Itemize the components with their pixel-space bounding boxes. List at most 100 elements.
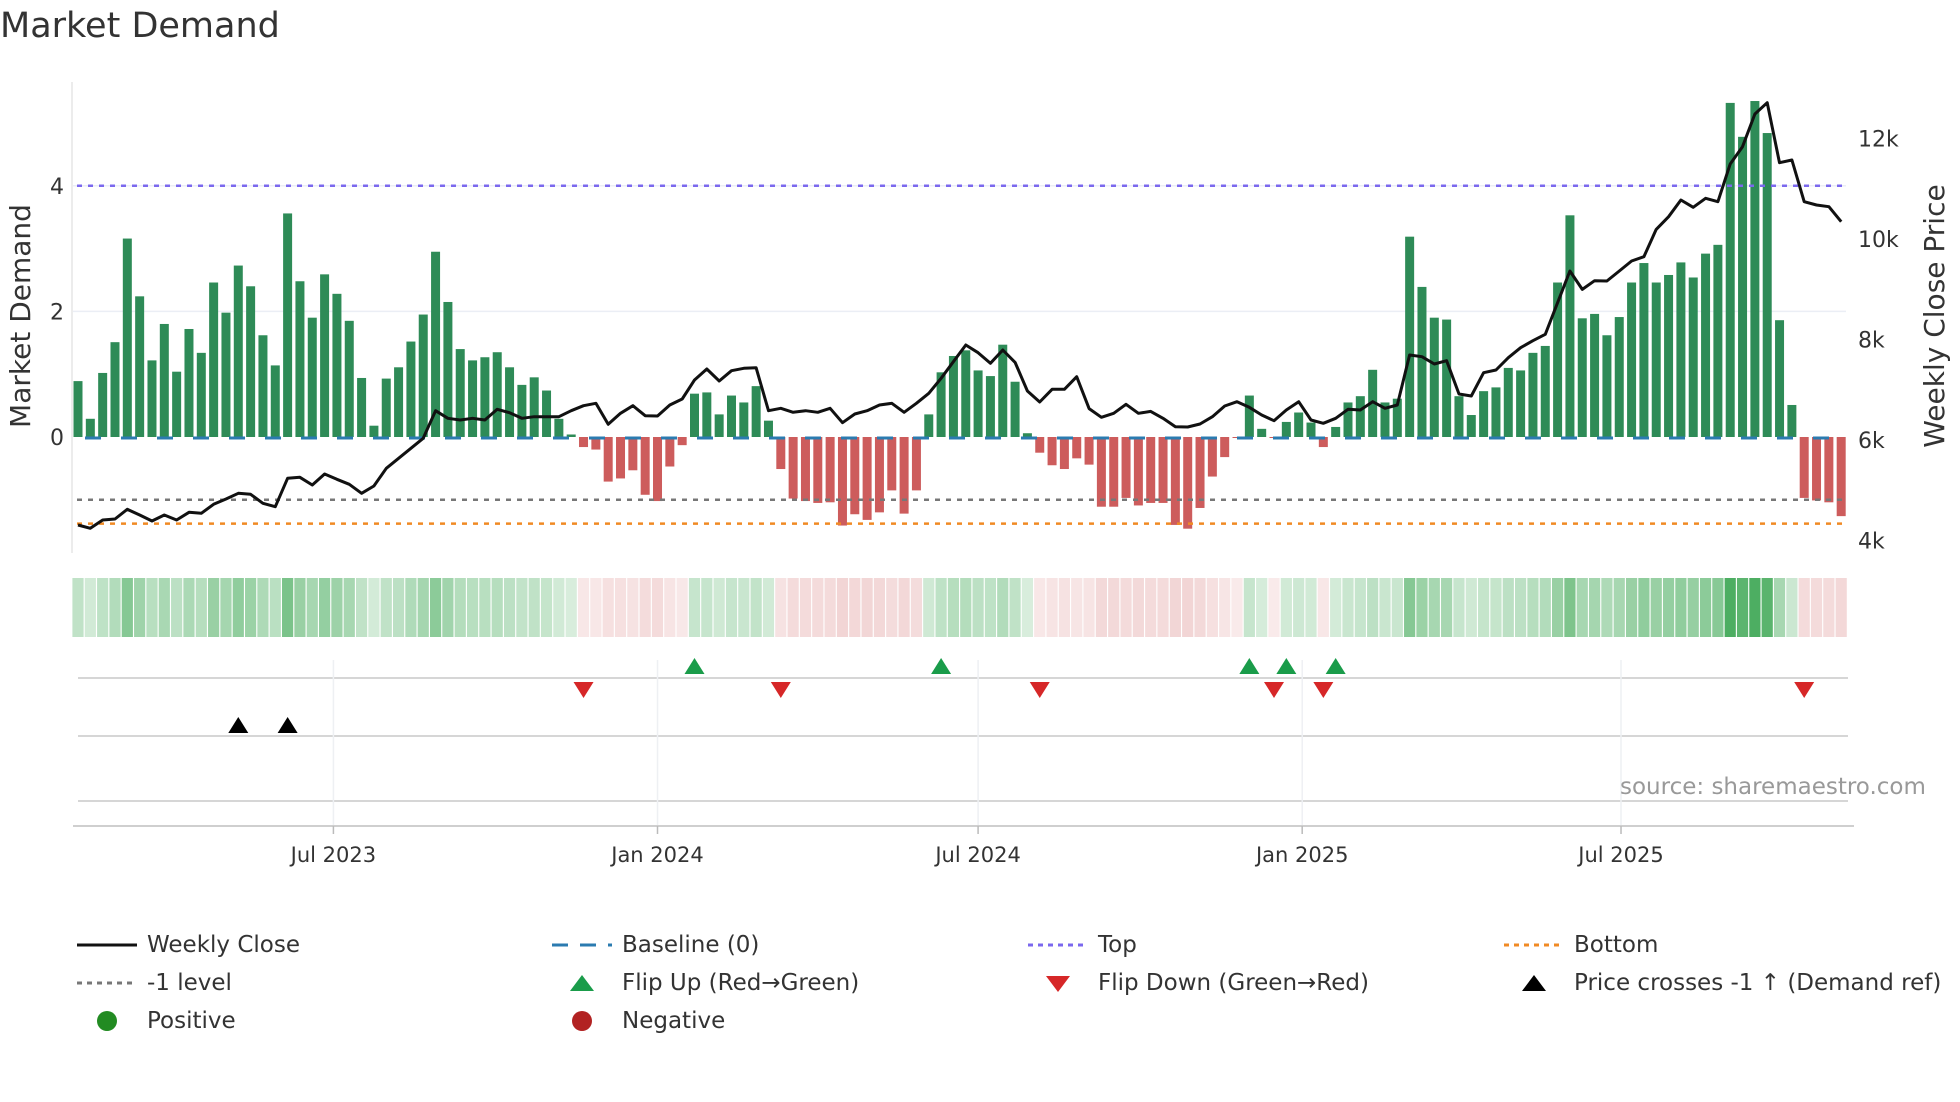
heat-cell	[787, 578, 799, 637]
heat-cell	[836, 578, 849, 637]
heat-cell	[1428, 578, 1440, 637]
heat-cell	[1404, 578, 1416, 637]
legend-item-minus-one: -1 level	[75, 968, 232, 998]
heat-cell	[713, 578, 725, 637]
y-tick-label: 4	[50, 175, 64, 200]
positive-bar	[763, 420, 773, 437]
legend-label: Top	[1098, 932, 1137, 958]
heat-cell	[220, 578, 232, 637]
positive-bar	[418, 314, 428, 437]
positive-bar	[381, 378, 391, 437]
heat-cell	[1120, 578, 1132, 637]
heat-cell	[738, 578, 750, 637]
y-tick-label: 2	[50, 300, 64, 325]
flip-up-marker	[684, 658, 705, 674]
y2-tick-label: 12k	[1858, 128, 1899, 153]
heat-cell	[1034, 578, 1046, 637]
heat-cell	[701, 578, 713, 637]
heat-cell	[1588, 578, 1601, 637]
negative-bar	[1158, 437, 1168, 503]
heat-cell	[1009, 578, 1021, 637]
positive-bar	[270, 365, 280, 437]
heat-cell	[886, 578, 898, 637]
heat-cell	[1145, 578, 1157, 637]
positive-bar	[1639, 263, 1649, 437]
positive-bar	[1244, 395, 1254, 437]
heat-cell	[812, 578, 824, 637]
legend-label: Bottom	[1574, 932, 1659, 958]
legend-item-price-cross: Price crosses -1 ↑ (Demand ref)	[1502, 968, 1941, 998]
heat-cell	[1083, 578, 1095, 637]
negative-bar	[800, 437, 810, 502]
legend-item-top: Top	[1026, 930, 1137, 960]
heat-cell	[1219, 578, 1231, 637]
negative-bar	[1799, 437, 1809, 498]
positive-bar	[702, 392, 712, 437]
positive-bar	[1688, 277, 1698, 437]
heat-cell	[540, 578, 553, 637]
flip-up-marker	[1239, 658, 1260, 674]
heat-cell	[405, 578, 417, 637]
heat-cell	[1675, 578, 1687, 637]
x-tick-label: Jan 2024	[609, 843, 704, 867]
legend-item-positive: Positive	[75, 1006, 236, 1036]
legend-swatch-icon	[570, 975, 594, 991]
heat-cell	[947, 578, 960, 637]
heat-cell	[1058, 578, 1070, 637]
heat-cell	[72, 578, 84, 637]
demand-bars	[73, 101, 1846, 529]
legend-label: Negative	[622, 1008, 726, 1034]
heat-cell	[565, 578, 577, 637]
heat-cell	[997, 578, 1009, 637]
negative-bar	[1836, 437, 1846, 517]
positive-bar	[1540, 345, 1550, 437]
positive-bar	[184, 328, 194, 437]
heat-cell	[208, 578, 220, 637]
negative-bar	[1170, 437, 1180, 525]
negative-bar	[1121, 437, 1131, 498]
positive-bar	[73, 381, 83, 437]
heat-cell	[380, 578, 392, 637]
heat-cell	[158, 578, 170, 637]
heat-cell	[368, 578, 380, 637]
heat-cell	[121, 578, 133, 637]
heat-cell	[331, 578, 343, 637]
heat-cell	[1502, 578, 1514, 637]
negative-bar	[1084, 437, 1094, 465]
heat-cell	[762, 578, 775, 637]
legend-label: Positive	[147, 1008, 236, 1034]
positive-bar	[1417, 286, 1427, 437]
heat-cell	[282, 578, 294, 637]
positive-bar	[98, 372, 108, 437]
heat-cell	[195, 578, 207, 637]
negative-bar	[899, 437, 909, 514]
heat-cell	[491, 578, 503, 637]
heat-cell	[1071, 578, 1083, 637]
heat-cell	[232, 578, 244, 637]
heat-cell	[861, 578, 873, 637]
heat-cell	[1650, 578, 1662, 637]
positive-bar	[1479, 391, 1489, 437]
positive-bar	[1331, 426, 1341, 437]
negative-bar	[1195, 437, 1205, 508]
heat-cell	[1194, 578, 1206, 637]
legend-item-baseline: Baseline (0)	[550, 930, 759, 960]
legend-swatch-icon	[572, 1011, 592, 1031]
heat-cell	[1478, 578, 1490, 637]
heat-cell	[1046, 578, 1058, 637]
legend-label: -1 level	[147, 970, 232, 996]
positive-bar	[1614, 317, 1624, 437]
heat-cell	[1305, 578, 1317, 637]
positive-bar	[751, 386, 761, 437]
negative-bar	[850, 437, 860, 515]
positive-bar	[307, 317, 317, 437]
heat-cell	[1293, 578, 1305, 637]
heat-cell	[775, 578, 787, 637]
gridlines	[71, 82, 1848, 826]
x-tick-label: Jul 2023	[289, 843, 376, 867]
heat-cell	[1662, 578, 1675, 637]
y2-tick-label: 8k	[1858, 329, 1885, 354]
negative-bar	[1072, 437, 1082, 459]
positive-bar	[1343, 402, 1353, 437]
positive-bar	[209, 282, 219, 437]
